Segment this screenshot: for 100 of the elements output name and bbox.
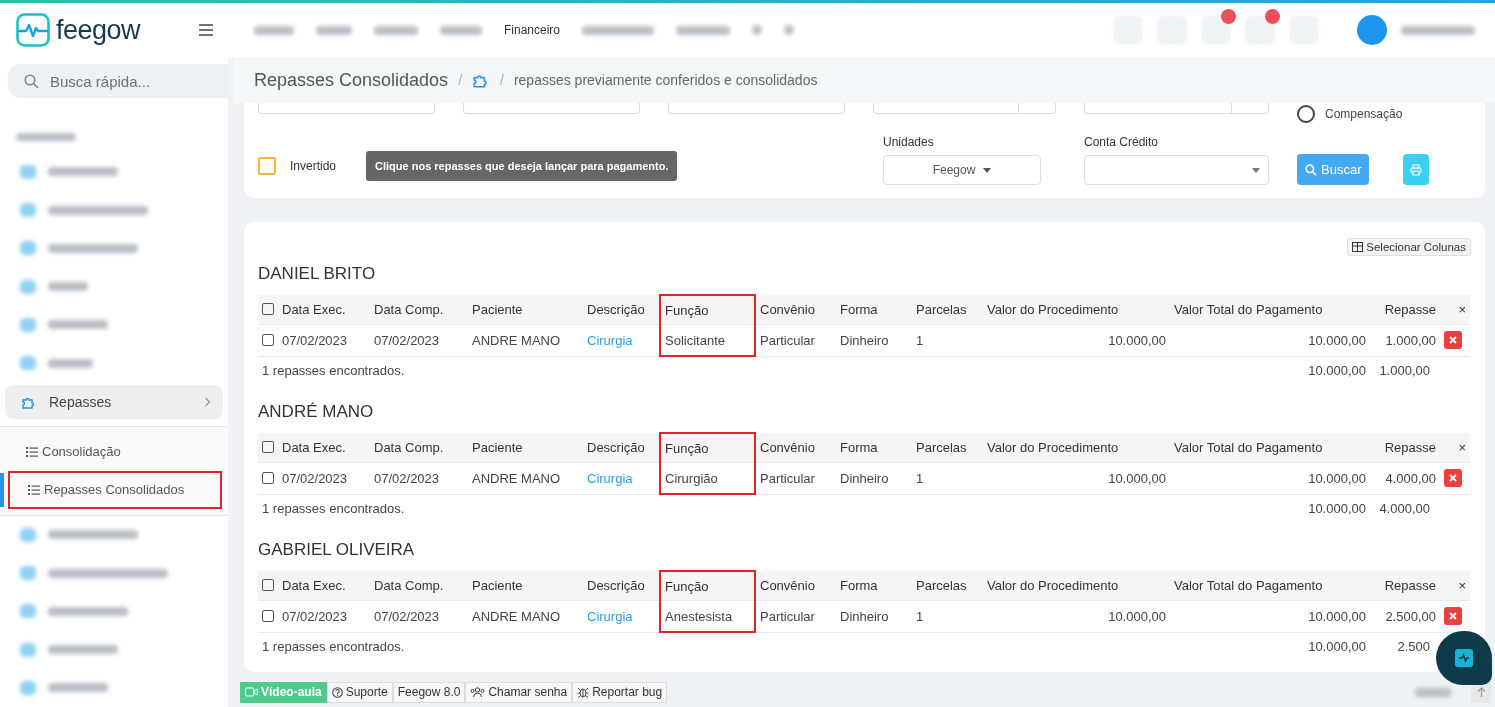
- total-cell: 10.000,00: [1170, 356, 1370, 384]
- blurred-icon: [20, 680, 36, 695]
- submenu-item[interactable]: Consolidação: [0, 432, 222, 471]
- caret-icon: [983, 167, 992, 173]
- column-header: Convênio: [755, 433, 836, 463]
- table-cell: ANDRE MANO: [468, 600, 583, 632]
- breadcrumb-separator: /: [500, 72, 504, 88]
- checkbox[interactable]: [262, 303, 274, 315]
- blurred-text: [316, 25, 352, 35]
- selection-bar: [0, 472, 4, 507]
- column-header: Parcelas: [912, 433, 983, 463]
- total-cell: 10.000,00: [1170, 494, 1370, 522]
- delete-button[interactable]: [1444, 607, 1462, 626]
- blurred-icon[interactable]: [1201, 16, 1231, 44]
- checkbox[interactable]: [262, 471, 274, 484]
- column-header: Paciente: [468, 433, 583, 463]
- checkbox[interactable]: [262, 333, 274, 346]
- table-cell: 07/02/2023: [370, 462, 468, 494]
- total-cell: 10.000,00: [1170, 632, 1370, 660]
- checkbox[interactable]: [258, 157, 276, 175]
- blurred-icon: [20, 317, 36, 332]
- group-name: DANIEL BRITO: [258, 264, 377, 284]
- checkbox[interactable]: [262, 609, 274, 622]
- blurred-icon: [20, 241, 36, 256]
- breadcrumb-text: repasses previamente conferidos e consolidados: [513, 72, 818, 88]
- footer-link[interactable]: Feegow 8.0: [392, 681, 466, 703]
- blurred-icon: [20, 642, 36, 657]
- table-cell: 1.000,00: [1370, 324, 1440, 356]
- table-cell: Particular: [755, 462, 836, 494]
- checkbox-label: Invertido: [290, 159, 337, 173]
- column-header: Data Exec.: [258, 433, 370, 463]
- table-cell: 10.000,00: [983, 462, 1170, 494]
- column-header: Valor do Procedimento: [983, 295, 1170, 325]
- radio-label: Compensação: [1325, 107, 1403, 121]
- blurred-text: [1415, 687, 1451, 697]
- blurred-text: [48, 320, 108, 330]
- table-cell: 4.000,00: [1370, 462, 1440, 494]
- blurred-icon: [20, 604, 36, 619]
- close-icon[interactable]: ×: [1440, 571, 1470, 601]
- table-cell: ANDRE MANO: [468, 462, 583, 494]
- close-icon[interactable]: ×: [1440, 295, 1470, 325]
- column-header: Data Comp.: [370, 295, 468, 325]
- column-header: Data Comp.: [370, 571, 468, 601]
- search-icon: [24, 74, 39, 89]
- avatar[interactable]: [1357, 15, 1387, 45]
- select-field[interactable]: Feegow: [883, 155, 1041, 185]
- table-cell: 10.000,00: [1170, 600, 1370, 632]
- column-header: Valor Total do Pagamento: [1170, 295, 1370, 325]
- table-cell: Dinheiro: [836, 462, 912, 494]
- arrow-up-icon: [1476, 687, 1486, 697]
- footer-link[interactable]: Chamar senha: [465, 681, 573, 703]
- column-header: Função: [660, 433, 755, 463]
- menu-icon[interactable]: [198, 23, 214, 37]
- field-label: Conta Crédito: [1084, 135, 1160, 149]
- column-header: Paciente: [468, 571, 583, 601]
- select-columns-button[interactable]: Selecionar Colunas: [1347, 238, 1471, 256]
- video-camera-icon: [245, 687, 258, 697]
- tooltip: Clique nos repasses que deseja lançar para pagamento.: [366, 151, 678, 181]
- blurred-text: [48, 282, 88, 292]
- column-header: Forma: [836, 571, 912, 601]
- footer-link[interactable]: Reportar bug: [572, 681, 668, 703]
- table-cell: 10.000,00: [1170, 462, 1370, 494]
- menu-item[interactable]: Repasses: [5, 385, 223, 419]
- column-header: Valor Total do Pagamento: [1170, 571, 1370, 601]
- blurred-text: [48, 683, 108, 693]
- delete-button[interactable]: [1444, 469, 1462, 488]
- column-header: Repasse: [1370, 433, 1440, 463]
- table-cell: Cirurgião: [660, 462, 755, 494]
- delete-button[interactable]: [1444, 331, 1462, 350]
- print-button[interactable]: [1403, 154, 1430, 185]
- search-icon: [1305, 163, 1317, 176]
- column-header: Data Exec.: [258, 295, 370, 325]
- search-field[interactable]: Busca rápida...: [8, 64, 228, 98]
- blurred-icon[interactable]: [1245, 16, 1275, 44]
- blurred-icon: [784, 25, 795, 35]
- radio-button[interactable]: [1297, 105, 1315, 123]
- checkbox[interactable]: [262, 441, 274, 453]
- table-cell: Particular: [755, 600, 836, 632]
- footer-link[interactable]: Suporte: [326, 681, 393, 703]
- column-header: Valor Total do Pagamento: [1170, 433, 1370, 463]
- column-header: Convênio: [755, 571, 836, 601]
- nav-item[interactable]: Financeiro: [504, 23, 561, 37]
- select-field[interactable]: [1084, 155, 1269, 185]
- table-cell: 07/02/2023: [370, 600, 468, 632]
- result-count: 1 repasses encontrados.: [258, 632, 1170, 660]
- blurred-text: [440, 25, 482, 35]
- column-header: Valor do Procedimento: [983, 433, 1170, 463]
- total-cell: 4.000,00: [1370, 494, 1440, 522]
- page-title: Repasses Consolidados: [254, 69, 449, 91]
- blurred-icon: [20, 527, 36, 542]
- close-icon[interactable]: ×: [1440, 433, 1470, 463]
- caret-icon: [1252, 167, 1260, 173]
- checkbox[interactable]: [262, 579, 274, 591]
- table-cell: Solicitante: [660, 324, 755, 356]
- table-cell: 07/02/2023: [370, 324, 468, 356]
- blurred-icon: [20, 356, 36, 371]
- table-cell: Particular: [755, 324, 836, 356]
- blurred-icon: [20, 164, 36, 179]
- list-icon: [26, 446, 38, 457]
- blurred-icon: [20, 566, 36, 581]
